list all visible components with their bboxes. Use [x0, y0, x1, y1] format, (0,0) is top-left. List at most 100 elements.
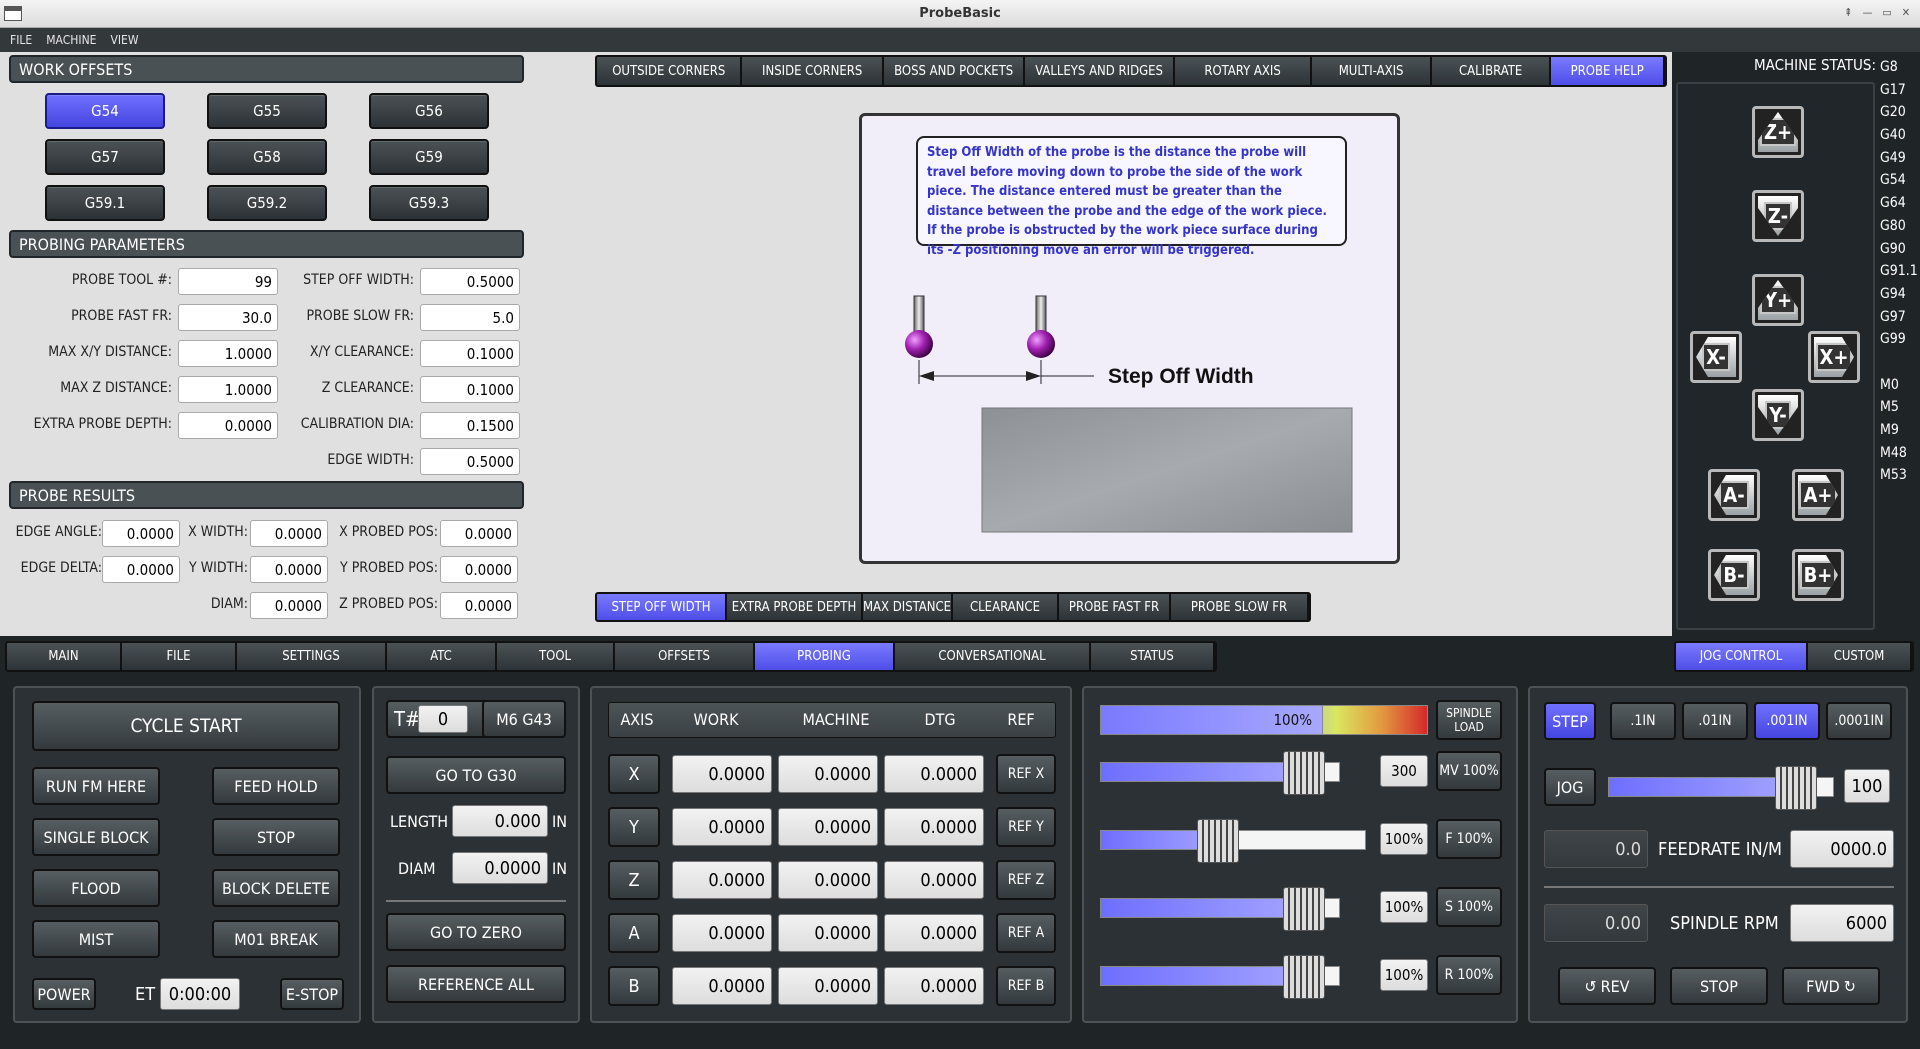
axis-y-button[interactable]: Y	[608, 807, 660, 847]
param-field-x-y-clearance[interactable]: 0.1000	[420, 340, 520, 367]
work-offset-g57-button[interactable]: G57	[45, 139, 165, 175]
run-from-here-button[interactable]: RUN FM HERE	[32, 767, 160, 805]
probe-tab-valleys-and-ridges[interactable]: VALLEYS AND RIDGES	[1025, 57, 1175, 85]
param-field-z-clearance[interactable]: 0.1000	[420, 376, 520, 403]
axis-z-button[interactable]: Z	[608, 860, 660, 900]
rapid-override-slider[interactable]	[1100, 955, 1340, 999]
menu-view[interactable]: VIEW	[110, 33, 138, 47]
single-block-button[interactable]: SINGLE BLOCK	[32, 818, 160, 856]
axis-a-button[interactable]: A	[608, 913, 660, 953]
param-field-step-off-width[interactable]: 0.5000	[420, 268, 520, 295]
main-tab-file[interactable]: FILE	[122, 643, 237, 670]
main-tab-settings[interactable]: SETTINGS	[237, 643, 387, 670]
help-tab-clearance[interactable]: CLEARANCE	[953, 594, 1059, 620]
slider-handle[interactable]	[1283, 751, 1326, 795]
jog-b-plus-button[interactable]: B+	[1792, 549, 1844, 601]
jog-z-minus-button[interactable]: Z-	[1752, 190, 1804, 242]
work-offset-g59-3-button[interactable]: G59.3	[369, 185, 489, 221]
param-field-max-z-distance[interactable]: 1.0000	[178, 376, 278, 403]
mist-button[interactable]: MIST	[32, 920, 160, 958]
max-velocity-reset-button[interactable]: MV 100%	[1436, 751, 1502, 791]
help-tab-probe-fast-fr[interactable]: PROBE FAST FR	[1059, 594, 1171, 620]
feed-override-slider[interactable]	[1100, 819, 1366, 863]
flood-button[interactable]: FLOOD	[32, 869, 160, 907]
slider-handle[interactable]	[1283, 887, 1326, 931]
feedrate-value[interactable]: 0000.0	[1790, 830, 1894, 868]
ref-x-button[interactable]: REF X	[996, 754, 1056, 794]
increment-01in-button[interactable]: .01IN	[1682, 702, 1748, 740]
param-field-edge-width[interactable]: 0.5000	[420, 448, 520, 475]
param-field-probe-fast-fr[interactable]: 30.0	[178, 304, 278, 331]
main-tab-atc[interactable]: ATC	[387, 643, 497, 670]
jog-x-plus-button[interactable]: X+	[1808, 331, 1860, 383]
estop-button[interactable]: E-STOP	[280, 978, 344, 1010]
param-field-probe-tool[interactable]: 99	[178, 268, 278, 295]
work-offset-g59-button[interactable]: G59	[369, 139, 489, 175]
help-tab-max-distance[interactable]: MAX DISTANCE	[863, 594, 953, 620]
work-offset-g59-2-button[interactable]: G59.2	[207, 185, 327, 221]
window-menu-icon[interactable]	[4, 6, 22, 21]
main-tab-main[interactable]: MAIN	[7, 643, 122, 670]
cycle-start-button[interactable]: CYCLE START	[32, 701, 340, 751]
window-shade-icon[interactable]: ⇞	[1844, 6, 1852, 19]
power-button[interactable]: POWER	[32, 978, 96, 1010]
go-to-g30-button[interactable]: GO TO G30	[386, 756, 566, 794]
probe-tab-calibrate[interactable]: CALIBRATE	[1431, 57, 1552, 85]
probe-tab-rotary-axis[interactable]: ROTARY AXIS	[1174, 57, 1313, 85]
work-offset-g56-button[interactable]: G56	[369, 93, 489, 129]
spindle-rpm-value[interactable]: 6000	[1790, 904, 1894, 942]
jog-y-minus-button[interactable]: Y-	[1752, 389, 1804, 441]
m6-g43-button[interactable]: M6 G43	[482, 700, 566, 738]
param-field-extra-probe-depth[interactable]: 0.0000	[178, 412, 278, 439]
spindle-fwd-button[interactable]: FWD ↻	[1782, 967, 1880, 1005]
main-tab-conversational[interactable]: CONVERSATIONAL	[895, 643, 1091, 670]
menu-file[interactable]: FILE	[10, 33, 32, 47]
spindle-reset-button[interactable]: S 100%	[1436, 887, 1502, 927]
axis-b-button[interactable]: B	[608, 966, 660, 1006]
window-close-icon[interactable]: ✕	[1902, 6, 1910, 19]
probe-tab-inside-corners[interactable]: INSIDE CORNERS	[742, 57, 884, 85]
jog-a-minus-button[interactable]: A-	[1708, 469, 1760, 521]
tool-number-value[interactable]: 0	[418, 705, 468, 733]
increment-001in-button[interactable]: .001IN	[1754, 702, 1820, 740]
spindle-rev-button[interactable]: ↺ REV	[1558, 967, 1656, 1005]
go-to-zero-button[interactable]: GO TO ZERO	[386, 913, 566, 951]
spindle-stop-button[interactable]: STOP	[1670, 967, 1768, 1005]
probe-tab-probe-help[interactable]: PROBE HELP	[1551, 57, 1665, 85]
probe-tab-boss-and-pockets[interactable]: BOSS AND POCKETS	[883, 57, 1026, 85]
window-minimize-icon[interactable]: —	[1862, 6, 1872, 19]
jog-x-minus-button[interactable]: X-	[1690, 331, 1742, 383]
spindle-override-slider[interactable]	[1100, 887, 1340, 931]
feed-reset-button[interactable]: F 100%	[1436, 819, 1502, 859]
slider-handle[interactable]	[1283, 955, 1326, 999]
axis-x-button[interactable]: X	[608, 754, 660, 794]
reference-all-button[interactable]: REFERENCE ALL	[386, 965, 566, 1003]
help-tab-step-off-width[interactable]: STEP OFF WIDTH	[597, 594, 727, 620]
feed-hold-button[interactable]: FEED HOLD	[212, 767, 340, 805]
work-offset-g54-button[interactable]: G54	[45, 93, 165, 129]
right-tab-custom[interactable]: CUSTOM	[1808, 643, 1912, 670]
jog-y-plus-button[interactable]: Y+	[1752, 274, 1804, 326]
increment-1in-button[interactable]: .1IN	[1610, 702, 1676, 740]
max-velocity-override-slider[interactable]	[1100, 751, 1340, 795]
m01-break-button[interactable]: M01 BREAK	[212, 920, 340, 958]
probe-tab-multi-axis[interactable]: MULTI-AXIS	[1312, 57, 1432, 85]
rapid-reset-button[interactable]: R 100%	[1436, 955, 1502, 995]
menu-machine[interactable]: MACHINE	[46, 33, 96, 47]
jog-speed-slider[interactable]	[1608, 766, 1834, 810]
param-field-max-x-y-distance[interactable]: 1.0000	[178, 340, 278, 367]
work-offset-g55-button[interactable]: G55	[207, 93, 327, 129]
work-offset-g58-button[interactable]: G58	[207, 139, 327, 175]
ref-z-button[interactable]: REF Z	[996, 860, 1056, 900]
block-delete-button[interactable]: BLOCK DELETE	[212, 869, 340, 907]
jog-a-plus-button[interactable]: A+	[1792, 469, 1844, 521]
right-tab-jog-control[interactable]: JOG CONTROL	[1676, 643, 1808, 670]
jog-b-minus-button[interactable]: B-	[1708, 549, 1760, 601]
main-tab-tool[interactable]: TOOL	[497, 643, 615, 670]
help-tab-extra-probe-depth[interactable]: EXTRA PROBE DEPTH	[727, 594, 863, 620]
help-tab-probe-slow-fr[interactable]: PROBE SLOW FR	[1171, 594, 1309, 620]
param-field-calibration-dia[interactable]: 0.1500	[420, 412, 520, 439]
main-tab-status[interactable]: STATUS	[1091, 643, 1215, 670]
main-tab-probing[interactable]: PROBING	[755, 643, 895, 670]
ref-b-button[interactable]: REF B	[996, 966, 1056, 1006]
